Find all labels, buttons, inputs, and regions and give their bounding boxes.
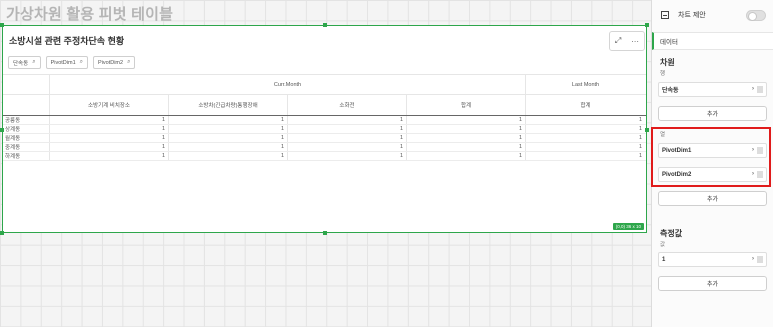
search-icon: ⌕: [127, 59, 131, 65]
expand-icon[interactable]: ⤢: [615, 36, 621, 46]
row-label[interactable]: 공릉동: [3, 116, 50, 124]
table-cell: 1: [638, 135, 642, 141]
header-curr-month[interactable]: Curr.Month: [50, 75, 526, 94]
object-title: 소방시설 관련 주정차단속 현황: [9, 36, 125, 46]
table-cell: 1: [407, 143, 526, 151]
table-cell: 1: [407, 152, 526, 160]
chip-dim-1[interactable]: PivotDim1 ⌕: [45, 56, 88, 69]
table-cell: 1: [50, 143, 169, 151]
field-label: 단속동: [662, 88, 679, 94]
resize-handle-tr[interactable]: [645, 23, 649, 27]
tab-data[interactable]: 데이터: [652, 32, 773, 50]
more-options-icon[interactable]: ···: [631, 37, 639, 46]
table-cell: 1: [169, 134, 288, 142]
chart-suggestion-toggle[interactable]: [746, 10, 766, 21]
chart-suggestion-icon: [661, 11, 669, 19]
header-corner: [3, 75, 50, 94]
search-icon: ⌕: [79, 59, 83, 65]
header-row-1: Curr.Month Last Month: [3, 74, 646, 95]
resize-handle-top[interactable]: [323, 23, 327, 27]
table-cell: 1: [407, 134, 526, 142]
add-measure-button[interactable]: 추가: [658, 276, 767, 291]
table-cell: 1: [169, 143, 288, 151]
search-icon: ⌕: [32, 59, 36, 65]
table-cell: 1: [288, 116, 407, 124]
table-row: 공릉동 1 1 1 1 1: [3, 116, 646, 125]
table-cell: 1: [50, 116, 169, 124]
chevron-right-icon: ›: [752, 256, 754, 262]
table-cell: 1: [288, 143, 407, 151]
add-column-button[interactable]: 추가: [658, 191, 767, 206]
table-cell: 1: [169, 116, 288, 124]
table-cell: 1: [638, 153, 642, 159]
row-label[interactable]: 하계동: [3, 152, 50, 160]
table-row: 월계동 1 1 1 1 1: [3, 134, 646, 143]
add-dimension-button[interactable]: 추가: [658, 106, 767, 121]
dimensions-title: 차원: [660, 58, 675, 67]
dimension-chips: 단속동 ⌕ PivotDim1 ⌕ PivotDim2 ⌕: [8, 56, 136, 69]
size-badge: (0,0) 36 x 10: [612, 223, 644, 230]
table-cell: 1: [638, 144, 642, 150]
table-cell: 1: [638, 117, 642, 123]
row-field-0[interactable]: 단속동 ›: [658, 82, 767, 97]
table-cell: 1: [288, 134, 407, 142]
row-label[interactable]: 중계동: [3, 143, 50, 151]
object-toolbar: ⤢ ···: [609, 31, 645, 51]
chip-dim-2[interactable]: PivotDim2 ⌕: [93, 56, 136, 69]
values-label: 값: [660, 242, 666, 248]
chart-suggestions-bar: 차트 제안: [652, 0, 773, 30]
row-label[interactable]: 상계동: [3, 125, 50, 133]
rows-label: 행: [660, 71, 666, 77]
table-cell: 1: [638, 126, 642, 132]
table-cell: 1: [169, 152, 288, 160]
header-col[interactable]: 소방기계 비치장소: [50, 95, 169, 115]
chip-label: PivotDim2: [98, 59, 124, 66]
table-cell: 1: [50, 152, 169, 160]
header-col[interactable]: 소화전: [288, 95, 407, 115]
pivot-table: Curr.Month Last Month 소방기계 비치장소 소방차(긴급차량…: [3, 74, 646, 161]
chip-label: PivotDim1: [50, 59, 76, 66]
measure-field-0[interactable]: 1 ›: [658, 252, 767, 267]
pivot-body: 공릉동 1 1 1 1 1 상계동 1 1 1 1 1 월계동 1 1 1 1 1 중계동 1 1 1 1 1 하계동 1 1 1 1 1: [3, 116, 646, 161]
chevron-right-icon: ›: [752, 86, 754, 92]
resize-handle-tl[interactable]: [0, 23, 4, 27]
chip-dim-0[interactable]: 단속동 ⌕: [8, 56, 41, 69]
header-col[interactable]: 소방차(긴급차량)통행장애: [169, 95, 288, 115]
header-row-2: 소방기계 비치장소 소방차(긴급차량)통행장애 소화전 합계 합계: [3, 95, 646, 116]
table-row: 중계동 1 1 1 1 1: [3, 143, 646, 152]
drag-handle-icon[interactable]: [757, 86, 763, 93]
header-col[interactable]: 합계: [407, 95, 526, 115]
resize-handle-bottom[interactable]: [323, 231, 327, 235]
header-corner-2: [3, 95, 50, 115]
table-cell: 1: [288, 125, 407, 133]
table-row: 하계동 1 1 1 1 1: [3, 152, 646, 161]
row-label[interactable]: 월계동: [3, 134, 50, 142]
sheet-title: 가상차원 활용 피벗 테이블: [6, 6, 174, 23]
table-cell: 1: [169, 125, 288, 133]
table-cell: 1: [288, 152, 407, 160]
highlight-columns-box: [651, 127, 771, 187]
table-cell: 1: [50, 134, 169, 142]
sheet-canvas: 가상차원 활용 피벗 테이블 소방시설 관련 주정차단속 현황 ⤢ ··· 단속…: [0, 0, 651, 327]
pivot-table-object[interactable]: 소방시설 관련 주정차단속 현황 ⤢ ··· 단속동 ⌕ PivotDim1 ⌕…: [0, 23, 649, 235]
chip-label: 단속동: [13, 60, 29, 67]
table-cell: 1: [50, 125, 169, 133]
field-label: 1: [662, 256, 666, 263]
drag-handle-icon[interactable]: [757, 256, 763, 263]
resize-handle-bl[interactable]: [0, 231, 4, 235]
table-cell: 1: [407, 116, 526, 124]
header-col[interactable]: 합계: [526, 95, 645, 115]
header-last-month[interactable]: Last Month: [526, 75, 645, 94]
table-row: 상계동 1 1 1 1 1: [3, 125, 646, 134]
measures-title: 측정값: [660, 229, 683, 238]
table-cell: 1: [407, 125, 526, 133]
chart-suggestion-label: 차트 제안: [678, 12, 706, 19]
